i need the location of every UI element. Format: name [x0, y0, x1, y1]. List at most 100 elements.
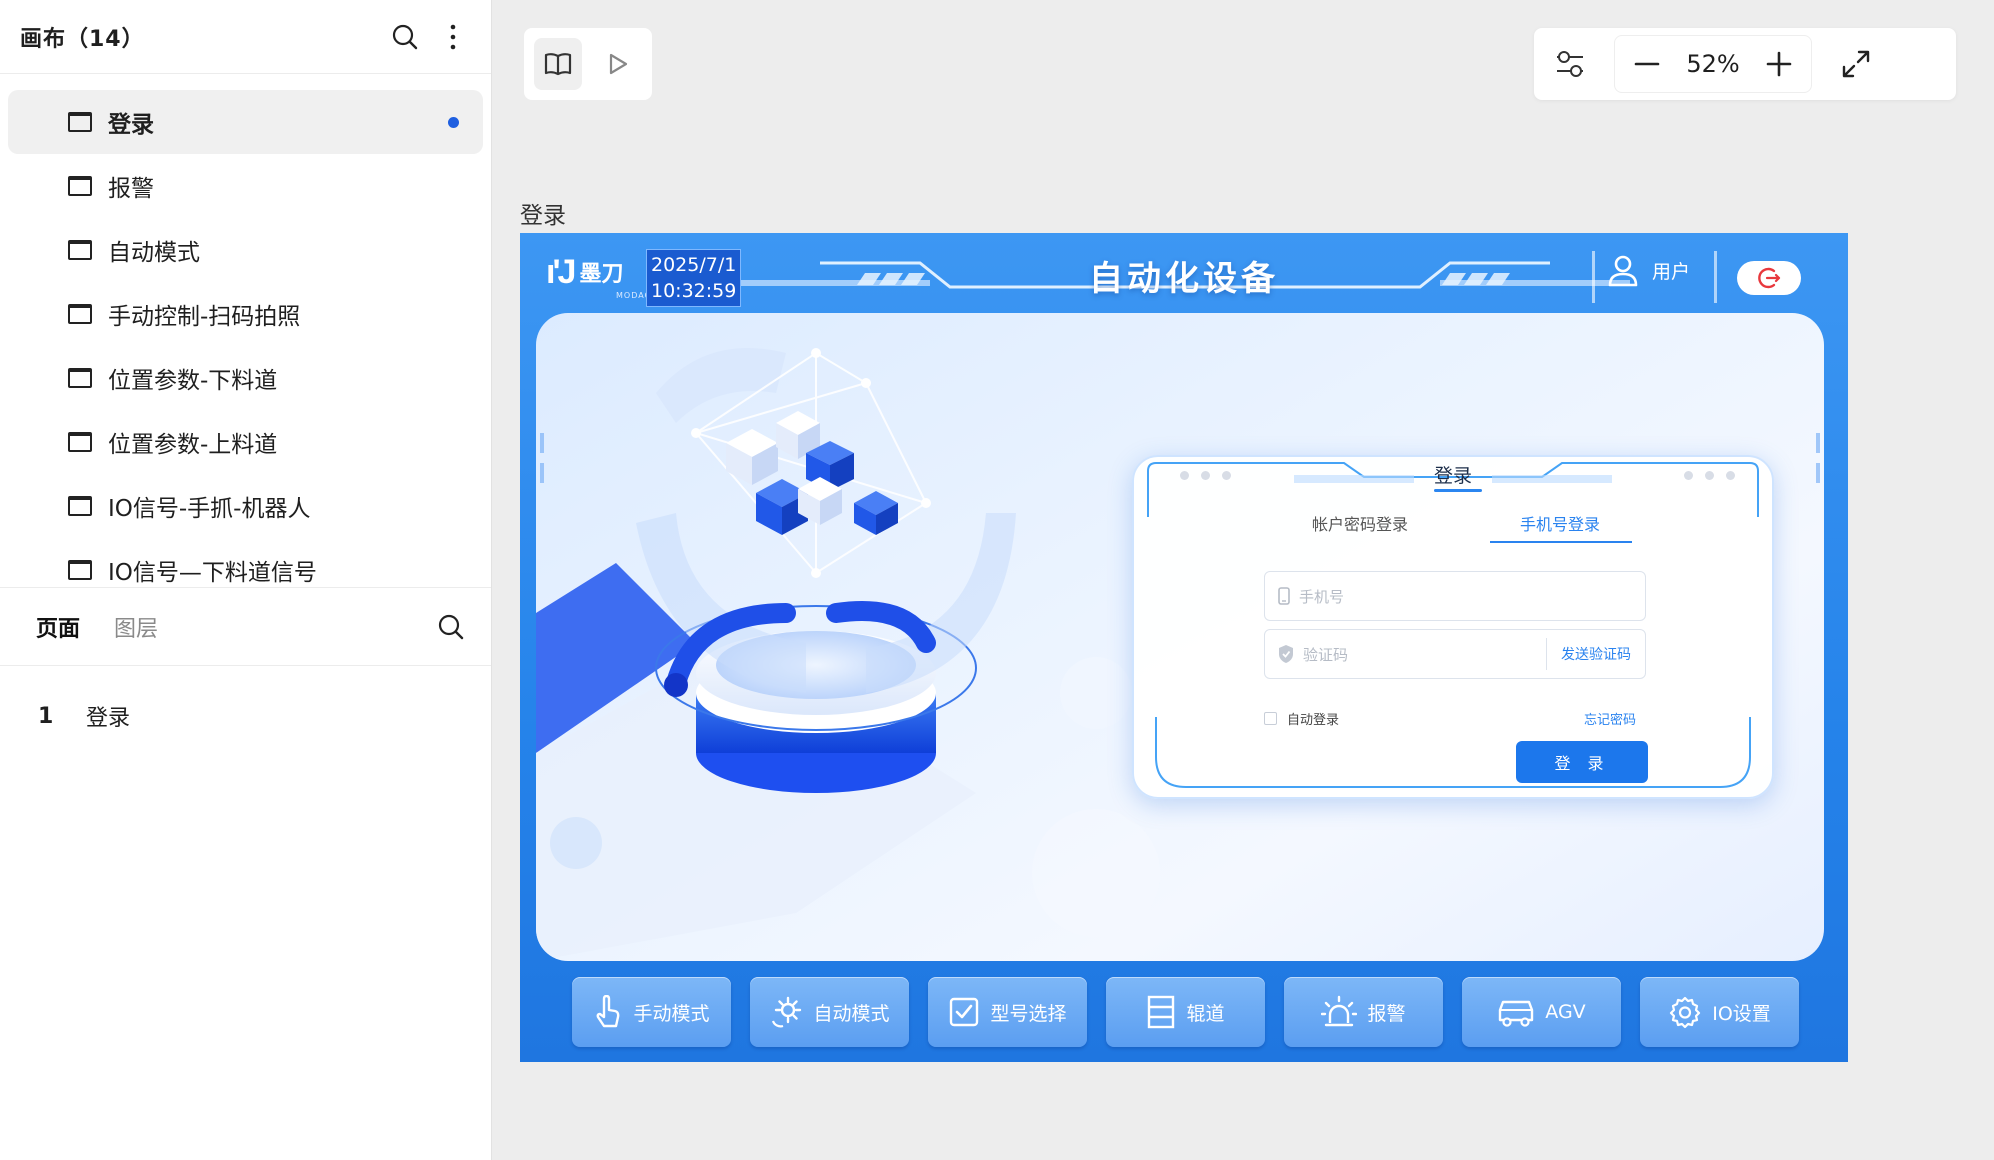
zoom-out-icon[interactable] [1621, 38, 1673, 90]
forgot-password-link[interactable]: 忘记密码 [1584, 709, 1636, 728]
hand-pointer-icon [597, 995, 620, 1028]
canvas-item-label: 报警 [108, 176, 154, 202]
nav-model-select-button[interactable]: 型号选择 [928, 977, 1087, 1047]
shield-icon [1279, 645, 1293, 663]
login-title-underline [1434, 489, 1482, 492]
send-code-button[interactable]: 发送验证码 [1546, 638, 1645, 670]
tab-password-login[interactable]: 帐户密码登录 [1312, 511, 1408, 535]
user-menu[interactable]: 用户 [1606, 253, 1690, 287]
frame-icon [68, 368, 92, 388]
canvas-item-label: 位置参数-下料道 [108, 368, 278, 394]
tab-pages[interactable]: 页面 [36, 611, 80, 643]
nav-label: IO设置 [1712, 1002, 1771, 1025]
canvas-item-manual-scan[interactable]: 手动控制-扫码拍照 [8, 282, 483, 346]
frame-icon [68, 176, 92, 196]
nav-manual-mode-button[interactable]: 手动模式 [572, 977, 731, 1047]
verification-code-input[interactable]: 验证码 发送验证码 [1264, 629, 1646, 679]
canvas-item-alarm[interactable]: 报警 [8, 154, 483, 218]
agv-vehicle-icon [1499, 1000, 1534, 1027]
panel-tabs: 页面 图层 [0, 588, 491, 666]
nav-label: 手动模式 [633, 1002, 710, 1025]
canvas-item-auto-mode[interactable]: 自动模式 [8, 218, 483, 282]
design-frame[interactable]: ı'J 墨刀 MODAO.CC 2025/7/1 10:32:59 自动化设备 … [520, 233, 1848, 1062]
canvas-item-io-gripper[interactable]: IO信号-手抓-机器人 [8, 474, 483, 538]
nav-alarm-button[interactable]: 报警 [1284, 977, 1443, 1047]
search-icon[interactable] [387, 19, 423, 55]
canvas-item-position-down[interactable]: 位置参数-下料道 [8, 346, 483, 410]
frame-icon [68, 432, 92, 452]
settings-gear-icon [1670, 996, 1701, 1029]
nav-io-settings-button[interactable]: IO设置 [1640, 977, 1799, 1047]
nav-label: 报警 [1367, 1002, 1406, 1025]
canvas-count-title: 画布（14） [20, 26, 145, 52]
bottom-nav: 手动模式 自动模式 型号选择 辊道 报警 AGV IO设置 [572, 977, 1799, 1047]
logout-icon [1758, 267, 1781, 289]
frame-icon [68, 304, 92, 324]
code-placeholder: 验证码 [1303, 645, 1349, 664]
auto-login-checkbox[interactable]: 自动登录 [1264, 709, 1339, 728]
alarm-light-icon [1321, 995, 1358, 1027]
tab-phone-login[interactable]: 手机号登录 [1520, 511, 1600, 535]
phone-input[interactable]: 手机号 [1264, 571, 1646, 621]
frame-icon [68, 112, 92, 132]
active-tab-indicator [1490, 541, 1632, 543]
book-icon[interactable] [534, 38, 582, 90]
phone-icon [1278, 587, 1290, 605]
search-icon[interactable] [433, 609, 469, 645]
nav-label: 型号选择 [990, 1002, 1067, 1025]
page-label: 登录 [86, 706, 131, 731]
header-divider [1714, 251, 1717, 303]
roller-icon [1148, 995, 1175, 1029]
checkbox-icon [950, 997, 979, 1027]
view-toolbar [524, 28, 652, 100]
app-header: ı'J 墨刀 MODAO.CC 2025/7/1 10:32:59 自动化设备 … [520, 233, 1848, 313]
nav-agv-button[interactable]: AGV [1462, 977, 1621, 1047]
nav-roller-button[interactable]: 辊道 [1106, 977, 1265, 1047]
login-card: 登录 帐户密码登录 手机号登录 手机号 验证码 发送验证码 自动登录 忘记密码 … [1132, 455, 1774, 799]
sidebar-header: 画布（14） [0, 0, 491, 74]
canvas-item-label: IO信号-手抓-机器人 [108, 496, 311, 522]
nav-auto-mode-button[interactable]: 自动模式 [750, 977, 909, 1047]
page-list-item[interactable]: 1 登录 [0, 666, 491, 766]
phone-placeholder: 手机号 [1299, 587, 1345, 606]
frame-icon [68, 240, 92, 260]
play-icon[interactable] [594, 38, 642, 90]
checkbox-box [1264, 712, 1277, 725]
header-divider [1592, 251, 1595, 303]
canvas-item-login[interactable]: 登录 [8, 90, 483, 154]
tab-layers[interactable]: 图层 [114, 611, 158, 643]
user-icon [1608, 255, 1638, 287]
canvas-sidebar: 画布（14） 登录 报警 自动模式 手动控制-扫码拍照 位置参数-下料道 位置参… [0, 0, 492, 1160]
auto-login-label: 自动登录 [1287, 713, 1340, 728]
frame-label: 登录 [520, 203, 566, 229]
user-label: 用户 [1652, 260, 1691, 283]
logout-button[interactable] [1737, 261, 1801, 295]
canvas-item-io-down-signal[interactable]: IO信号—下料道信号 [8, 538, 483, 587]
fullscreen-icon[interactable] [1830, 38, 1882, 90]
zoom-control: 52% [1614, 35, 1812, 93]
login-title: 登录 [1433, 465, 1472, 487]
nav-label: 自动模式 [813, 1002, 890, 1025]
frame-icon [68, 496, 92, 516]
page-number: 1 [38, 703, 54, 729]
active-dot [448, 116, 459, 128]
canvas-item-position-up[interactable]: 位置参数-上料道 [8, 410, 483, 474]
canvas-item-label: 登录 [108, 112, 154, 138]
login-scene: 登录 帐户密码登录 手机号登录 手机号 验证码 发送验证码 自动登录 忘记密码 … [536, 313, 1824, 961]
login-card-frame [1147, 462, 1759, 788]
zoom-in-icon[interactable] [1753, 38, 1805, 90]
canvas-list: 登录 报警 自动模式 手动控制-扫码拍照 位置参数-下料道 位置参数-上料道 I… [0, 74, 491, 588]
frame-icon [68, 560, 92, 580]
canvas-item-label: 手动控制-扫码拍照 [108, 304, 301, 330]
canvas-item-label: 位置参数-上料道 [108, 432, 278, 458]
zoom-level: 52% [1686, 50, 1740, 78]
gear-auto-icon [772, 996, 802, 1028]
zoom-toolbar: 52% [1534, 28, 1956, 100]
canvas-item-label: 自动模式 [108, 240, 200, 266]
nav-label: 辊道 [1186, 1002, 1225, 1025]
login-submit-button[interactable]: 登 录 [1516, 741, 1648, 783]
canvas-item-label: IO信号—下料道信号 [108, 560, 317, 586]
more-vertical-icon[interactable] [435, 19, 471, 55]
sliders-icon[interactable] [1544, 38, 1596, 90]
nav-label: AGV [1545, 1001, 1586, 1023]
